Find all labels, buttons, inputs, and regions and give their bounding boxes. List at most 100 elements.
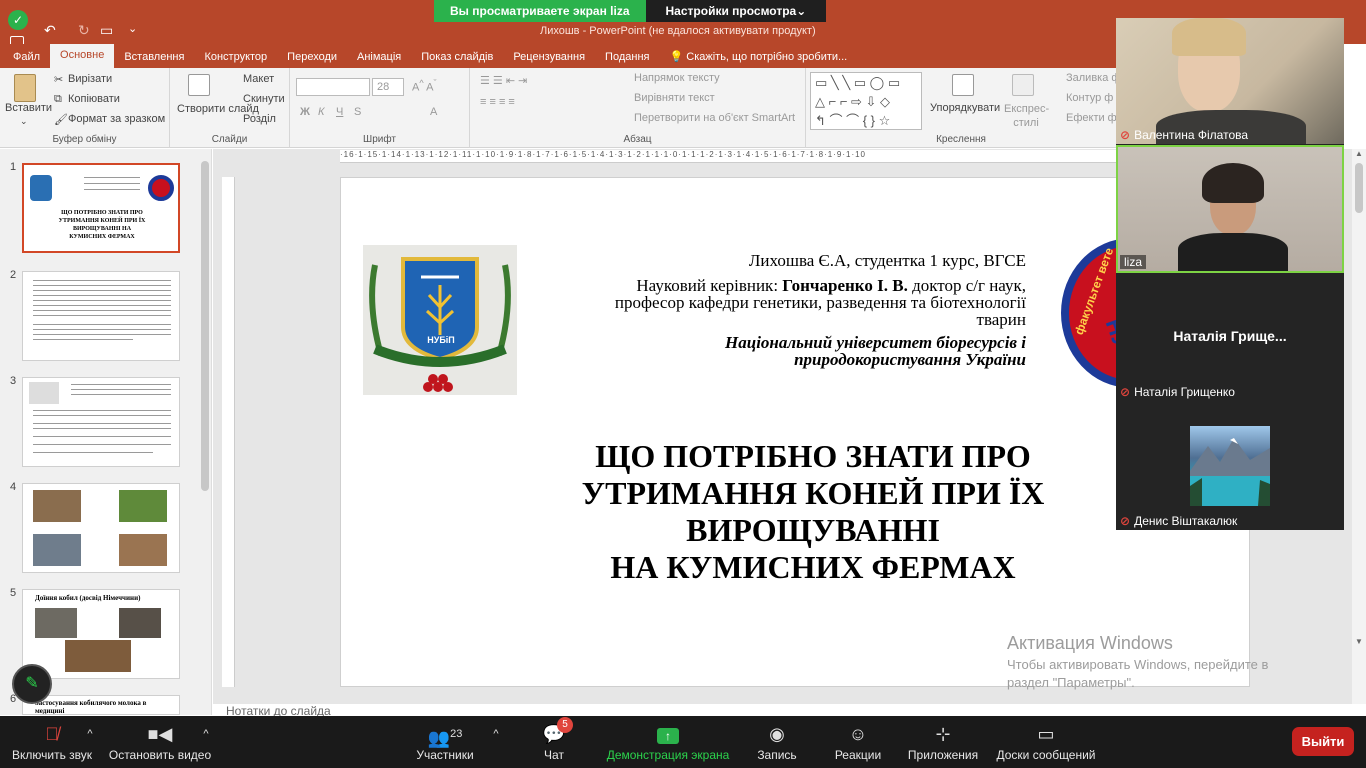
participant-tile-active[interactable]: liza (1116, 145, 1344, 273)
tab-review[interactable]: Рецензування (503, 46, 595, 68)
layout-button[interactable]: Макет (243, 73, 274, 85)
underline-icon[interactable]: Ч (336, 106, 343, 118)
record-button[interactable]: ◉ Запись (752, 716, 802, 768)
thumb-number: 4 (10, 481, 17, 493)
whiteboards-button[interactable]: ▭ Доски сообщений (994, 716, 1098, 768)
stable-photo (33, 490, 81, 522)
chat-label: Чат (544, 748, 564, 762)
paragraph-group: ☰ ☰ ⇤ ⇥ ≡ ≡ ≡ ≡ Напрямок тексту Вирівнят… (470, 68, 806, 148)
thumbnail-scrollbar[interactable] (199, 149, 211, 715)
text-direction-button[interactable]: Напрямок тексту (634, 72, 720, 84)
copy-button[interactable]: Копіювати (68, 93, 120, 105)
align-icon[interactable]: ≡ ≡ ≡ ≡ (480, 96, 515, 108)
slide-thumbnail-2[interactable] (22, 271, 180, 361)
shape-fill-button[interactable]: Заливка ф (1066, 72, 1120, 84)
title-line: НА КУМИСНИХ ФЕРМАХ (610, 549, 1016, 585)
section-button[interactable]: Розділ (243, 113, 276, 125)
participant-name: liza (1120, 255, 1147, 269)
ribbon-tabs: Файл Основне Вставлення Конструктор Пере… (0, 44, 1116, 68)
share-screen-button[interactable]: ↑ Демонстрация экрана (604, 716, 732, 768)
activation-line: раздел "Параметры". (1007, 675, 1135, 690)
author-line: Лихошва Є.А, студентка 1 курс, ВГСЕ (748, 251, 1026, 270)
align-text-button[interactable]: Вирівняти текст (634, 92, 715, 104)
thumb-number: 3 (10, 375, 17, 387)
share-screen-label: Демонстрация экрана (606, 748, 730, 762)
thumb-number: 2 (10, 269, 17, 281)
shapes-gallery[interactable]: ▭ ╲ ╲ ▭ ◯ ▭ △ ⌐ ⌐ ⇨ ⇩ ◇ ↰ ⌒ ⌒ { } ☆ (810, 72, 922, 130)
quick-styles-icon (1012, 74, 1034, 96)
paste-button[interactable]: Вставити (5, 102, 52, 114)
slide-thumbnail-1[interactable]: ЩО ПОТРІБНО ЗНАТИ ПРО УТРИМАННЯ КОНЕЙ ПР… (22, 163, 180, 253)
reset-button[interactable]: Скинути (243, 93, 285, 105)
tab-home[interactable]: Основне (50, 44, 115, 68)
italic-icon[interactable]: К (318, 106, 324, 118)
tab-view[interactable]: Подання (595, 46, 659, 68)
participant-display-name: Наталія Грище... (1173, 328, 1287, 344)
notes-pane[interactable]: Нотатки до слайда (213, 704, 1352, 716)
tab-animations[interactable]: Анімація (347, 46, 411, 68)
mute-options-chevron[interactable]: ^ (84, 716, 96, 768)
customize-icon[interactable]: ⌄ (128, 22, 137, 35)
grow-font-icon[interactable]: A^ Aˇ (412, 78, 437, 94)
quick-styles-button[interactable]: Експрес-стилі (1004, 102, 1049, 130)
participant-tile[interactable]: Наталія Грище... ⊘ Наталія Грищенко (1116, 274, 1344, 401)
slide-scrollbar[interactable]: ▲ ▼ (1352, 149, 1366, 704)
chevron-down-icon: ▼ (1355, 637, 1363, 646)
unmute-button[interactable]: 🎙̸ Включить звук (8, 716, 96, 768)
shape-effects-button[interactable]: Ефекти ф (1066, 112, 1117, 124)
arrange-button[interactable]: Упорядкувати (930, 102, 1000, 114)
slide-thumbnail-3[interactable] (22, 377, 180, 467)
slide-canvas[interactable]: НУБіП Лихошва Є.А, студентка 1 курс, ВГС… (340, 177, 1250, 687)
horse-photo (119, 490, 167, 522)
chevron-up-icon: ^ (493, 728, 499, 740)
viewing-label: Вы просматриваете экран liza (434, 0, 646, 22)
apps-button[interactable]: ⊹ Приложения (904, 716, 982, 768)
tab-transitions[interactable]: Переходи (277, 46, 347, 68)
leave-button[interactable]: Выйти (1292, 727, 1354, 756)
font-color-icon[interactable]: A (430, 106, 437, 118)
tab-insert[interactable]: Вставлення (114, 46, 194, 68)
cut-button[interactable]: Вирізати (68, 73, 112, 85)
whiteboards-label: Доски сообщений (996, 748, 1096, 762)
smartart-button[interactable]: Перетворити на об'єкт SmartArt (634, 112, 795, 124)
shape-outline-button[interactable]: Контур ф (1066, 92, 1113, 104)
title-line: УТРИМАННЯ КОНЕЙ ПРИ ЇХ (581, 475, 1045, 511)
view-settings-button[interactable]: Настройки просмотра ⌄ (645, 0, 827, 22)
drawing-group: ▭ ╲ ╲ ▭ ◯ ▭ △ ⌐ ⌐ ⇨ ⇩ ◇ ↰ ⌒ ⌒ { } ☆ Упоряд… (806, 68, 1120, 148)
shield-icon: ✓ (8, 10, 28, 30)
font-name-field[interactable] (296, 78, 370, 96)
bullets-icon[interactable]: ☰ ☰ ⇤ ⇥ (480, 74, 527, 87)
tab-design[interactable]: Конструктор (194, 46, 277, 68)
tab-slideshow[interactable]: Показ слайдів (411, 46, 503, 68)
redo-icon[interactable]: ↻ (78, 22, 90, 39)
format-painter-button[interactable]: Формат за зразком (68, 113, 165, 125)
strikethrough-icon[interactable]: S (354, 106, 361, 118)
font-size-field[interactable]: 28 (372, 78, 404, 96)
participant-name: ⊘ Денис Віштакалюк (1120, 514, 1237, 528)
tab-file[interactable]: Файл (3, 46, 50, 68)
present-icon[interactable]: ▭ (100, 22, 113, 39)
participant-tile[interactable]: ⊘ Денис Віштакалюк (1116, 402, 1344, 530)
logo-icon (30, 175, 52, 201)
thumb-title: Доїння кобил (досвід Німеччини) (35, 594, 141, 602)
tell-me-search[interactable]: 💡 Скажіть, що потрібно зробити... (659, 45, 857, 68)
bold-icon[interactable]: Ж (300, 106, 310, 118)
cut-icon: ✂ (54, 74, 64, 86)
record-label: Запись (757, 748, 797, 762)
vertical-ruler (222, 177, 235, 687)
participant-avatar (1190, 426, 1270, 506)
annotate-pen-button[interactable]: ✎ (12, 664, 52, 704)
participant-hair (1202, 163, 1264, 203)
stop-video-button[interactable]: ■◀ Остановить видео (108, 716, 212, 768)
participants-button[interactable]: 👥23 Участники (410, 716, 480, 768)
reactions-button[interactable]: ☺ Реакции (830, 716, 886, 768)
participant-name-label: Денис Віштакалюк (1134, 514, 1238, 528)
participants-options-chevron[interactable]: ^ (490, 716, 502, 768)
video-options-chevron[interactable]: ^ (200, 716, 212, 768)
thumb-title: ЩО ПОТРІБНО ЗНАТИ ПРО УТРИМАННЯ КОНЕЙ ПР… (58, 210, 146, 240)
slide-thumbnail-4[interactable] (22, 483, 180, 573)
meeting-toolbar: 🎙̸ Включить звук ^ ■◀ Остановить видео ^… (0, 716, 1366, 768)
undo-icon[interactable]: ↶ (44, 22, 56, 39)
participant-tile[interactable]: ⊘ Валентина Філатова (1116, 18, 1344, 144)
slide-thumbnail-5[interactable]: Доїння кобил (досвід Німеччини) (22, 589, 180, 679)
